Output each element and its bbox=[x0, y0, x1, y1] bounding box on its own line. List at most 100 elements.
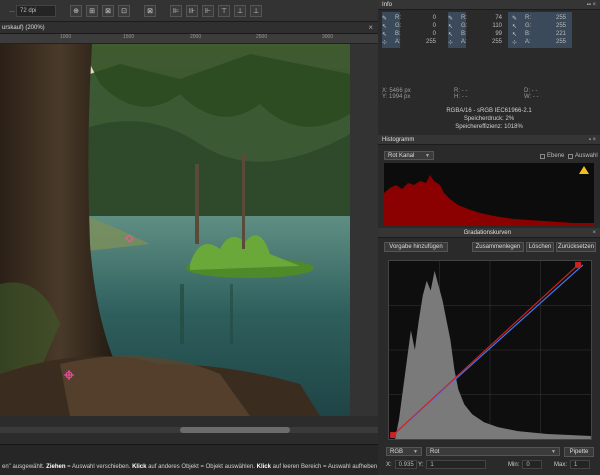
y-label: Y: bbox=[382, 94, 388, 100]
max-field[interactable]: 1 bbox=[570, 460, 591, 469]
min-field[interactable]: 0 bbox=[522, 460, 543, 469]
curve-point bbox=[575, 261, 581, 268]
ruler-tick: 2500 bbox=[256, 34, 268, 40]
reset-button[interactable]: Zurücksetzen bbox=[556, 242, 596, 252]
ruler-tick: 1500 bbox=[123, 34, 135, 40]
max-field-group: Max: 1 bbox=[554, 460, 591, 469]
close-icon[interactable]: × bbox=[368, 23, 373, 32]
panel-menu-icon[interactable]: ▪▪ × bbox=[587, 2, 596, 8]
ruler-tick: 2000 bbox=[190, 34, 202, 40]
selection-checkbox[interactable]: Auswahl bbox=[568, 153, 598, 159]
curves-panel-header[interactable]: Gradationskurven × bbox=[378, 228, 600, 238]
units-label: … bbox=[9, 7, 15, 14]
transform-icon[interactable]: ⊕ bbox=[70, 4, 82, 17]
align-middle-icon[interactable]: ⊥ bbox=[234, 4, 246, 17]
ruler-tick: 1000 bbox=[60, 34, 72, 40]
curve-channel: Rot bbox=[430, 448, 440, 455]
document-title: urskauf) (200%) bbox=[2, 24, 45, 31]
document-tab[interactable]: urskauf) (200%) × bbox=[0, 22, 378, 34]
status-bold: Ziehen bbox=[46, 464, 66, 470]
readout-h: - - bbox=[461, 94, 468, 100]
curves-graph[interactable] bbox=[388, 260, 592, 440]
crosshair-icon: ⊹ bbox=[382, 39, 388, 46]
align-center-icon[interactable]: ⊪ bbox=[186, 4, 198, 17]
cursor-icon: ↖ bbox=[512, 31, 518, 38]
r-value: 255 bbox=[555, 15, 566, 21]
a-value: 255 bbox=[491, 39, 502, 45]
x-label: X: bbox=[386, 461, 392, 468]
cursor-icon: ↖ bbox=[382, 31, 388, 38]
status-text: auf leeren Bereich = Auswahl aufheben bbox=[270, 464, 378, 470]
info-sampler-2: ✎ R: 74 ↖ G: 110 ↖ B: 99 ⊹ A: 255 bbox=[448, 15, 502, 46]
align-top-icon[interactable]: ⊤ bbox=[218, 4, 230, 17]
layer-checkbox[interactable]: Ebene bbox=[540, 153, 564, 159]
warning-icon bbox=[579, 166, 589, 174]
histogram-panel-header[interactable]: Histogramm ▪ × bbox=[378, 135, 600, 145]
horizontal-scrollbar[interactable] bbox=[0, 416, 378, 444]
scroll-thumb[interactable] bbox=[180, 427, 290, 433]
y-coordinate: 1994 px bbox=[389, 94, 411, 100]
x-field[interactable]: 0.935 bbox=[394, 460, 417, 469]
status-message: en" ausgewählt. Ziehen = Auswahl verschi… bbox=[2, 464, 377, 470]
document-canvas[interactable] bbox=[0, 44, 378, 416]
align-left-icon[interactable]: ⊫ bbox=[170, 4, 182, 17]
canvas-margin bbox=[350, 44, 378, 416]
merge-button[interactable]: Zusammenlegen bbox=[472, 242, 524, 252]
min-label: Min: bbox=[508, 461, 520, 468]
info-panel: ✎ R: 0 ↖ G: 0 ↖ B: 0 ⊹ A: 255 ✎ R: 74 ↖ G: 110 ↖ B: 99… bbox=[378, 10, 600, 135]
add-preset-button[interactable]: Vorgabe hinzufügen bbox=[384, 242, 448, 252]
status-text: = Auswahl verschieben. bbox=[65, 464, 133, 470]
status-bold: Klick bbox=[256, 464, 271, 470]
y-field-group: Y: 1 bbox=[418, 460, 487, 469]
curves-panel: Vorgabe hinzufügen Zusammenlegen Löschen… bbox=[378, 238, 600, 444]
align-bottom-icon[interactable]: ⊥ bbox=[250, 4, 262, 17]
b-value: 0 bbox=[432, 31, 436, 37]
g-value: 110 bbox=[492, 23, 502, 29]
memory-efficiency: Speichereffizienz: 1018% bbox=[455, 124, 523, 130]
ruler-tick: 3000 bbox=[322, 34, 334, 40]
horizontal-ruler: 1000 1500 2000 2500 3000 bbox=[0, 34, 378, 44]
mirror-icon[interactable]: ⊠ bbox=[144, 4, 156, 17]
eyedropper-icon: ✎ bbox=[448, 15, 454, 22]
resolution-field[interactable]: 72 dpi bbox=[16, 4, 56, 17]
r-value: 0 bbox=[432, 15, 436, 21]
curves-footer: RGB ▼ Rot ▼ Pipette X: 0.935 Y: 1 Min: 0… bbox=[378, 444, 600, 475]
info-panel-header[interactable]: Info ▪▪ × bbox=[378, 0, 600, 10]
lake-photo bbox=[0, 44, 350, 416]
checkbox-icon bbox=[540, 153, 545, 159]
panel-menu-icon[interactable]: ▪ × bbox=[589, 137, 596, 143]
chevron-down-icon: ▼ bbox=[551, 448, 556, 455]
eyedropper-icon: ✎ bbox=[382, 15, 388, 22]
status-text: en" ausgewählt. bbox=[2, 464, 47, 470]
curves-title: Gradationskurven bbox=[463, 229, 511, 236]
g-value: 255 bbox=[555, 23, 566, 29]
checkbox-icon bbox=[568, 153, 573, 159]
r-value: 74 bbox=[495, 15, 502, 21]
y-label: Y: bbox=[418, 461, 424, 468]
align-right-icon[interactable]: ⊩ bbox=[202, 4, 214, 17]
readout-w: - - bbox=[532, 94, 539, 100]
info-panel-title: Info bbox=[382, 1, 393, 8]
crosshair-icon: ⊹ bbox=[448, 39, 454, 46]
curve-channel-dropdown[interactable]: Rot ▼ bbox=[426, 447, 560, 456]
memory-usage: Speicherdruck: 2% bbox=[463, 116, 515, 122]
crop-icon[interactable]: ⊞ bbox=[86, 4, 98, 17]
channel-mode-dropdown[interactable]: RGB ▼ bbox=[386, 447, 422, 456]
select-icon[interactable]: ⊡ bbox=[118, 4, 130, 17]
pipette-button[interactable]: Pipette bbox=[564, 447, 594, 457]
a-value: 255 bbox=[425, 39, 436, 45]
cursor-icon: ↖ bbox=[448, 23, 454, 30]
g-value: 0 bbox=[432, 23, 436, 29]
b-value: 221 bbox=[555, 31, 566, 37]
histogram-graph bbox=[384, 163, 594, 225]
y-field[interactable]: 1 bbox=[426, 460, 487, 469]
app-window: … 72 dpi ⊕ ⊞ ⊠ ⊡ ⊠ ⊫ ⊪ ⊩ ⊤ ⊥ ⊥ urskauf) … bbox=[0, 0, 600, 475]
info-sampler-1: ✎ R: 0 ↖ G: 0 ↖ B: 0 ⊹ A: 255 bbox=[382, 15, 436, 46]
delete-button[interactable]: Löschen bbox=[526, 242, 554, 252]
channel-dropdown[interactable]: Rot Kanal ▼ bbox=[384, 151, 434, 160]
info-sampler-3: ✎ R: 255 ↖ G: 255 ↖ B: 221 ⊹ A: 255 bbox=[512, 15, 566, 46]
curve-point bbox=[390, 432, 397, 439]
close-icon[interactable]: × bbox=[592, 230, 596, 236]
context-toolbar: … 72 dpi ⊕ ⊞ ⊠ ⊡ ⊠ ⊫ ⊪ ⊩ ⊤ ⊥ ⊥ bbox=[0, 0, 378, 22]
slice-icon[interactable]: ⊠ bbox=[102, 4, 114, 17]
